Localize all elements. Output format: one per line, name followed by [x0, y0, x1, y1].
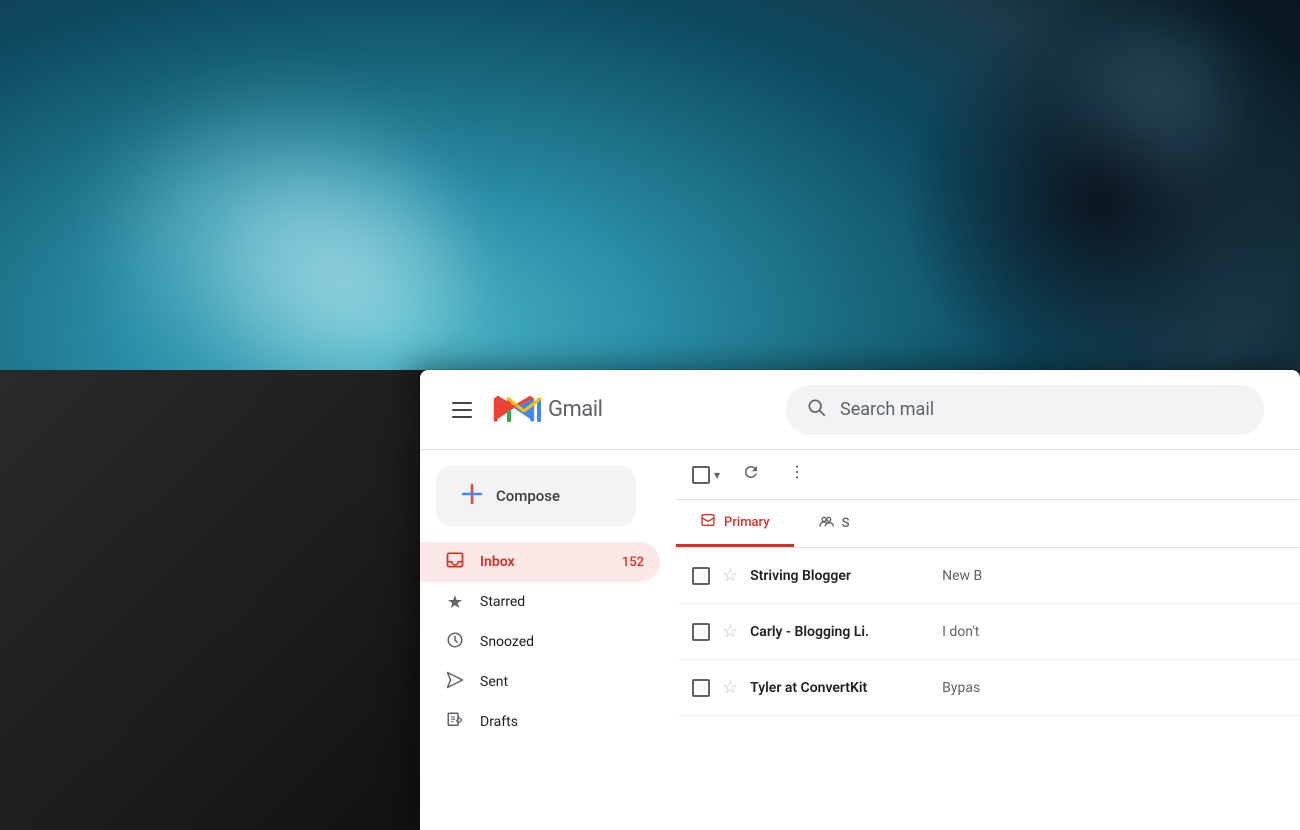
hamburger-line-1: [452, 402, 472, 404]
inbox-icon: [444, 550, 466, 575]
refresh-button[interactable]: [736, 457, 766, 492]
sidebar-item-inbox[interactable]: Inbox 152: [420, 542, 660, 582]
starred-label: Starred: [480, 594, 644, 610]
primary-tab-label: Primary: [724, 515, 770, 530]
preview-2: I don't: [942, 624, 1284, 640]
email-tabs: Primary S: [676, 500, 1300, 548]
laptop-left-panel: [0, 370, 440, 830]
sender-3: Tyler at ConvertKit: [750, 680, 930, 696]
email-checkbox-1[interactable]: [692, 567, 710, 585]
tab-social[interactable]: S: [794, 500, 874, 547]
gmail-header: Gmail Search mail: [420, 370, 1300, 450]
primary-tab-icon: [700, 512, 716, 532]
snoozed-label: Snoozed: [480, 634, 644, 650]
gmail-label: Gmail: [548, 397, 602, 422]
social-tab-icon: [818, 514, 834, 534]
email-toolbar: ▾: [676, 450, 1300, 500]
sent-label: Sent: [480, 674, 644, 690]
preview-3: Bypas: [942, 680, 1284, 696]
bg-dark-corner: [900, 0, 1300, 400]
tab-primary[interactable]: Primary: [676, 500, 794, 547]
more-options-button[interactable]: [782, 457, 812, 492]
sidebar-item-snoozed[interactable]: Snoozed: [420, 622, 660, 662]
sender-1: Striving Blogger: [750, 568, 930, 584]
search-icon: [806, 397, 826, 422]
hamburger-line-3: [452, 416, 472, 418]
inbox-label: Inbox: [480, 554, 608, 570]
star-button-1[interactable]: ☆: [722, 565, 738, 586]
preview-1: New B: [942, 568, 1284, 584]
select-dropdown-icon[interactable]: ▾: [714, 468, 720, 482]
sidebar: Compose Inbox 152 ★ Starred: [420, 450, 676, 830]
search-bar[interactable]: Search mail: [786, 385, 1264, 435]
sidebar-item-starred[interactable]: ★ Starred: [420, 582, 660, 622]
sender-2: Carly - Blogging Li.: [750, 624, 930, 640]
email-list: ☆ Striving Blogger New B ☆ Carly - Blogg…: [676, 548, 1300, 716]
gmail-logo-svg: [506, 396, 542, 424]
drafts-label: Drafts: [480, 714, 644, 730]
sent-icon: [444, 671, 466, 693]
drafts-icon: [444, 711, 466, 733]
star-button-2[interactable]: ☆: [722, 621, 738, 642]
email-area: ▾: [676, 450, 1300, 830]
sidebar-item-sent[interactable]: Sent: [420, 662, 660, 702]
compose-label: Compose: [496, 487, 560, 505]
sidebar-item-drafts[interactable]: Drafts: [420, 702, 660, 742]
checkbox-box[interactable]: [692, 466, 710, 484]
email-row[interactable]: ☆ Tyler at ConvertKit Bypas: [676, 660, 1300, 716]
star-icon: ★: [444, 592, 466, 613]
compose-plus-icon: [460, 482, 484, 510]
gmail-body: Compose Inbox 152 ★ Starred: [420, 450, 1300, 830]
email-row[interactable]: ☆ Carly - Blogging Li. I don't: [676, 604, 1300, 660]
inbox-count: 152: [622, 555, 644, 570]
gmail-panel: Gmail Search mail: [420, 370, 1300, 830]
snooze-icon: [444, 631, 466, 653]
header-left: Gmail: [436, 394, 766, 426]
search-placeholder-text: Search mail: [840, 399, 934, 420]
select-all-checkbox[interactable]: ▾: [692, 466, 720, 484]
compose-button[interactable]: Compose: [436, 466, 636, 526]
email-checkbox-2[interactable]: [692, 623, 710, 641]
hamburger-menu-button[interactable]: [444, 394, 480, 426]
gmail-logo: Gmail: [492, 394, 602, 426]
star-button-3[interactable]: ☆: [722, 677, 738, 698]
email-row[interactable]: ☆ Striving Blogger New B: [676, 548, 1300, 604]
hamburger-line-2: [452, 409, 472, 411]
social-tab-label: S: [842, 516, 850, 531]
email-checkbox-3[interactable]: [692, 679, 710, 697]
